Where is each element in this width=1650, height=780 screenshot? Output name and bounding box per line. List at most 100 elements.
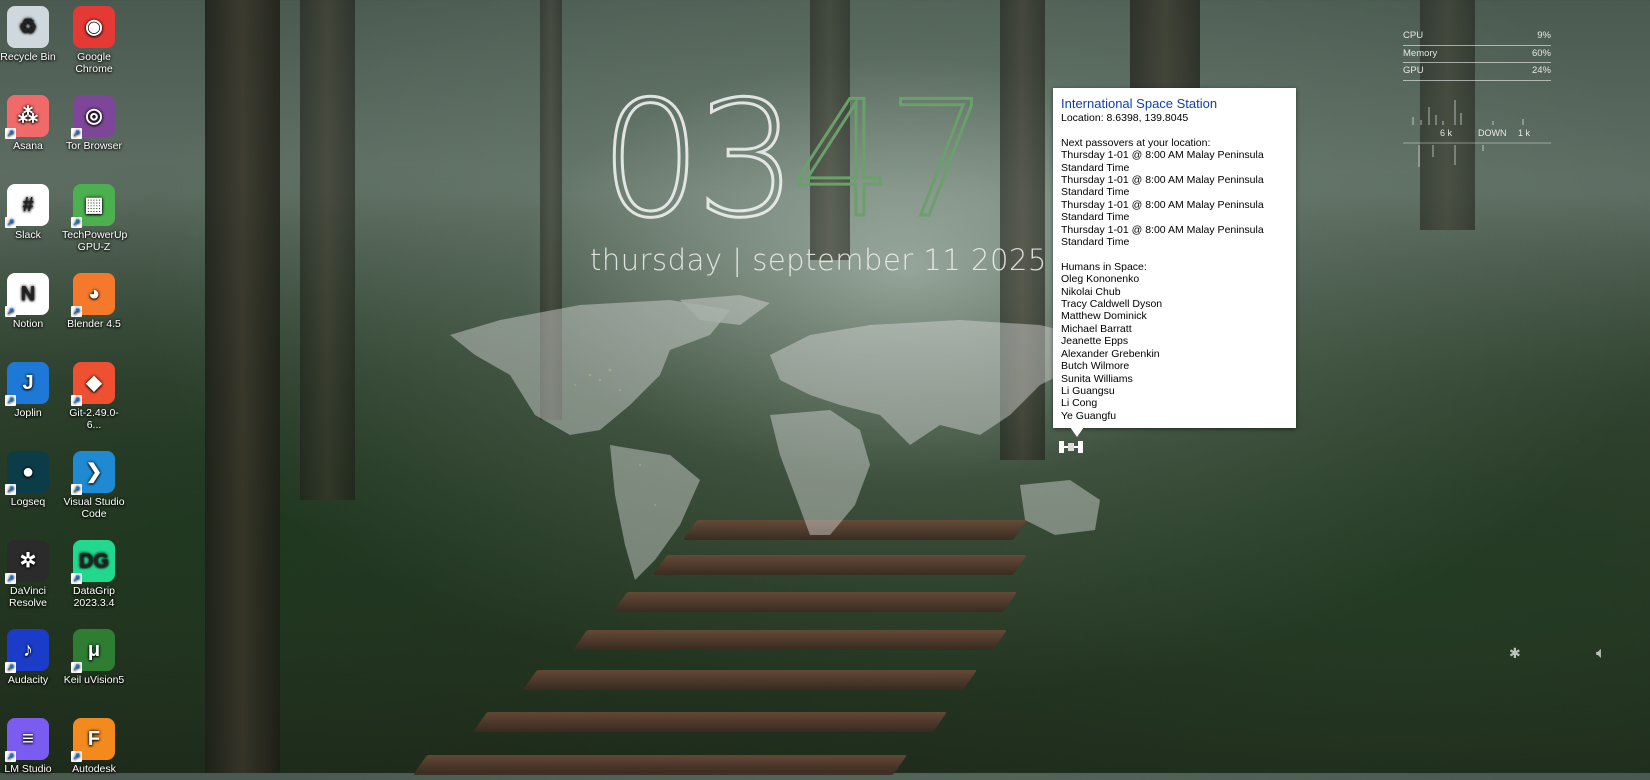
shortcut-arrow-icon: ↗ (5, 662, 16, 673)
north-america (450, 300, 730, 435)
monitor-row-cpu: CPU 9% (1403, 29, 1551, 46)
desktop-icon-davinci-resolve[interactable]: ✲ ↗ DaVinci Resolve (0, 537, 60, 609)
passover-item: Thursday 1-01 @ 8:00 AM Malay Peninsula … (1061, 198, 1264, 224)
desktop-icon-joplin[interactable]: J ↗ Joplin (0, 359, 60, 419)
shortcut-arrow-icon: ↗ (71, 751, 82, 762)
shortcut-arrow-icon: ↗ (5, 573, 16, 584)
keil-icon: μ ↗ (71, 629, 115, 673)
africa (770, 410, 870, 535)
humans-list: Oleg Kononenko Nikolai Chub Tracy Caldwell… (1061, 273, 1288, 422)
tooltip-tail (1070, 427, 1084, 437)
joplin-icon: J ↗ (5, 362, 49, 406)
monitor-label: GPU (1403, 65, 1424, 76)
desktop-icon-label: TechPowerUp GPU-Z (62, 229, 128, 253)
desktop-icon-label: Google Chrome (75, 51, 113, 75)
clock-minutes: 47 (790, 66, 991, 253)
astronaut-name: Michael Barratt (1061, 322, 1132, 335)
lm-studio-icon: ≡ ↗ (5, 718, 49, 762)
iss-title: International Space Station (1061, 96, 1218, 111)
shortcut-arrow-icon: ↗ (71, 217, 82, 228)
network-graph: 6 k DOWN 1 k (1403, 95, 1551, 170)
desktop-icon-blender[interactable]: ◕ ↗ Blender 4.5 (62, 270, 126, 330)
astronaut-name: Jeanette Epps (1061, 335, 1129, 348)
tor-browser-icon: ◎ ↗ (71, 95, 115, 139)
desktop-icon-audacity[interactable]: ♪ ↗ Audacity (0, 626, 60, 686)
desktop-icon-label: Git-2.49.0-6... (69, 407, 119, 431)
clock-hours: 03 (599, 66, 800, 253)
monitor-label: CPU (1403, 30, 1424, 41)
tree-trunk (205, 0, 280, 773)
passover-item: Thursday 1-01 @ 8:00 AM Malay Peninsula … (1061, 149, 1264, 174)
desktop-icon-tor-browser[interactable]: ◎ ↗ Tor Browser (62, 92, 126, 152)
shortcut-arrow-icon: ↗ (5, 395, 16, 406)
shortcut-arrow-icon: ↗ (5, 217, 16, 228)
net-up-value: 6 k (1440, 128, 1453, 138)
astronaut-name: Ye Guangfu (1061, 409, 1117, 422)
humans-heading: Humans in Space: (1061, 260, 1147, 273)
shortcut-arrow-icon: ↗ (5, 306, 16, 317)
desktop-icon-vscode[interactable]: ❯ ↗ Visual Studio Code (62, 448, 126, 520)
desktop-icon-label: Joplin (14, 407, 42, 419)
vscode-icon: ❯ ↗ (71, 451, 115, 495)
passovers-list: Thursday 1-01 @ 8:00 AM Malay Peninsula … (1061, 149, 1288, 248)
recycle-bin-icon: ♻ (7, 6, 49, 48)
datagrip-icon: DG ↗ (71, 540, 115, 584)
desktop-icon-logseq[interactable]: ● ↗ Logseq (0, 448, 60, 508)
desktop-icon-notion[interactable]: N ↗ Notion (0, 270, 60, 330)
desktop-icon-label: DaVinci Resolve (9, 585, 47, 609)
chrome-icon: ◉ (73, 6, 115, 48)
desktop-icon-label: Asana (13, 140, 43, 152)
astronaut-name: Matthew Dominick (1061, 310, 1147, 323)
desktop-icon-recycle-bin[interactable]: ♻ Recycle Bin (0, 3, 60, 63)
desktop-icon-label: Autodesk (72, 763, 116, 775)
autodesk-fusion-icon: F ↗ (71, 718, 115, 762)
monitor-value: 60% (1531, 47, 1551, 59)
notion-icon: N ↗ (5, 273, 49, 317)
bluetooth-icon[interactable]: ✱ (1509, 645, 1521, 662)
desktop-icon-lm-studio[interactable]: ≡ ↗ LM Studio (0, 715, 60, 775)
monitor-row-memory: Memory 60% (1403, 47, 1551, 63)
desktop-icon-keil[interactable]: μ ↗ Keil uVision5 (62, 626, 126, 686)
shortcut-arrow-icon: ↗ (71, 306, 82, 317)
desktop-icon-chrome[interactable]: ◉ Google Chrome (62, 3, 126, 75)
shortcut-arrow-icon: ↗ (71, 395, 82, 406)
iss-tooltip: International Space Station Location: 8.… (1053, 88, 1296, 428)
davinci-resolve-icon: ✲ ↗ (5, 540, 49, 584)
astronaut-name: Sunita Williams (1061, 372, 1133, 385)
world-map (450, 295, 1100, 580)
blender-icon: ◕ ↗ (71, 273, 115, 317)
monitor-value: 24% (1531, 65, 1551, 76)
clock-widget: 0347 (599, 78, 991, 241)
desktop-icon-gpu-z[interactable]: ▦ ↗ TechPowerUp GPU-Z (62, 181, 128, 253)
passovers-heading: Next passovers at your location: (1061, 136, 1211, 149)
desktop-icon-git[interactable]: ◆ ↗ Git-2.49.0-6... (62, 359, 126, 431)
desktop-icon-label: Keil uVision5 (63, 674, 125, 686)
tree-trunk (300, 0, 355, 500)
shortcut-arrow-icon: ↗ (71, 573, 82, 584)
shortcut-arrow-icon: ↗ (5, 128, 16, 139)
desktop-icon-label: Visual Studio Code (63, 496, 125, 520)
astronaut-name: Alexander Grebenkin (1061, 347, 1160, 360)
desktop-icon-label: Tor Browser (65, 140, 122, 152)
shortcut-arrow-icon: ↗ (71, 662, 82, 673)
shortcut-arrow-icon: ↗ (71, 484, 82, 495)
date-display: thursday | september 11 2025 (590, 243, 1047, 277)
desktop-icon-label: DataGrip 2023.3.4 (72, 585, 115, 609)
desktop-icon-datagrip[interactable]: DG ↗ DataGrip 2023.3.4 (62, 537, 126, 609)
astronaut-name: Nikolai Chub (1061, 285, 1121, 298)
system-monitor-widget: CPU 9% Memory 60% GPU 24% (1403, 29, 1551, 82)
iss-marker-icon[interactable] (1058, 439, 1084, 455)
desktop-icon-label: Slack (15, 229, 41, 241)
desktop-icon-slack[interactable]: # ↗ Slack (0, 181, 60, 241)
desktop-icon-asana[interactable]: ⁂ ↗ Asana (0, 92, 60, 152)
monitor-label: Memory (1403, 47, 1438, 59)
south-america (610, 445, 700, 580)
passover-item: Thursday 1-01 @ 8:00 AM Malay Peninsula … (1061, 223, 1264, 249)
iss-location: Location: 8.6398, 139.8045 (1061, 112, 1189, 124)
australia (1020, 480, 1100, 535)
audacity-icon: ♪ ↗ (5, 629, 49, 673)
desktop-icon-autodesk-fusion[interactable]: F ↗ Autodesk (62, 715, 126, 775)
volume-icon[interactable]: 🔈︎ (1596, 645, 1606, 663)
desktop-icon-label: LM Studio (4, 763, 52, 775)
asana-icon: ⁂ ↗ (5, 95, 49, 139)
